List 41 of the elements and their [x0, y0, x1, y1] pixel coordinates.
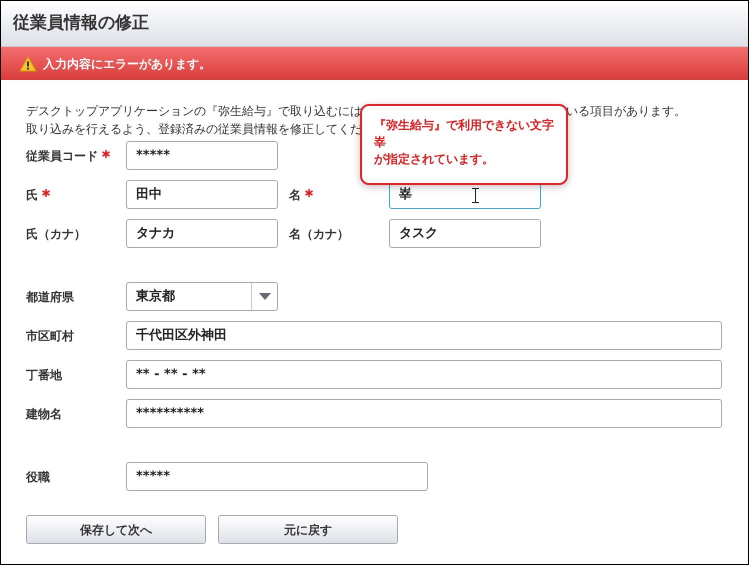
field-label: 都道府県: [26, 288, 74, 306]
warning-icon: [19, 56, 37, 72]
input-field[interactable]: **********: [126, 399, 722, 428]
field-label: 名: [289, 186, 301, 204]
input-field[interactable]: 千代田区外神田: [126, 321, 722, 350]
field-label: 従業員コード: [26, 148, 98, 164]
input-field[interactable]: *****: [126, 462, 428, 491]
input-field[interactable]: タスク: [389, 219, 541, 248]
field-label: 氏（カナ）: [26, 226, 86, 242]
input-value: タスク: [399, 224, 438, 243]
input-value: **********: [136, 404, 204, 423]
caret-icon: [258, 293, 270, 300]
input-value: *****: [136, 468, 170, 486]
error-message: 入力内容にエラーがあります。: [43, 56, 211, 72]
form-button[interactable]: 保存して次へ: [26, 515, 206, 544]
tooltip-text: 『弥生給与』で利用できない文字: [374, 117, 555, 134]
input-field[interactable]: ** - ** - **: [126, 360, 722, 389]
input-value: ** - ** - **: [136, 366, 206, 384]
tooltip-text: 峷: [374, 134, 387, 151]
field-label: 役職: [26, 468, 50, 486]
input-field[interactable]: *****: [126, 141, 278, 170]
text-cursor-icon: [472, 188, 479, 203]
input-value: *****: [136, 146, 170, 165]
input-value: 千代田区外神田: [136, 326, 227, 345]
tooltip-text: が指定されています。: [374, 151, 495, 168]
form-button[interactable]: 元に戻す: [218, 515, 398, 544]
intro-text: いる項目があります。: [566, 103, 686, 120]
input-value: 峷: [399, 186, 412, 204]
input-value: タナカ: [136, 224, 175, 243]
field-label: 市区町村: [26, 328, 74, 344]
field-label: 氏: [26, 186, 38, 204]
input-field[interactable]: 田中: [126, 180, 278, 209]
field-label: 丁番地: [26, 366, 62, 384]
select-value: 東京都: [134, 288, 176, 306]
window-title: 従業員情報の修正: [13, 12, 149, 35]
field-label: 建物名: [26, 406, 62, 422]
input-field[interactable]: タナカ: [126, 219, 278, 248]
field-label: 名（カナ）: [289, 226, 349, 242]
intro-text: デスクトップアプリケーションの『弥生給与』で取り込むには: [26, 103, 362, 120]
prefecture-select[interactable]: 東京都: [126, 282, 278, 311]
input-value: 田中: [136, 186, 162, 204]
